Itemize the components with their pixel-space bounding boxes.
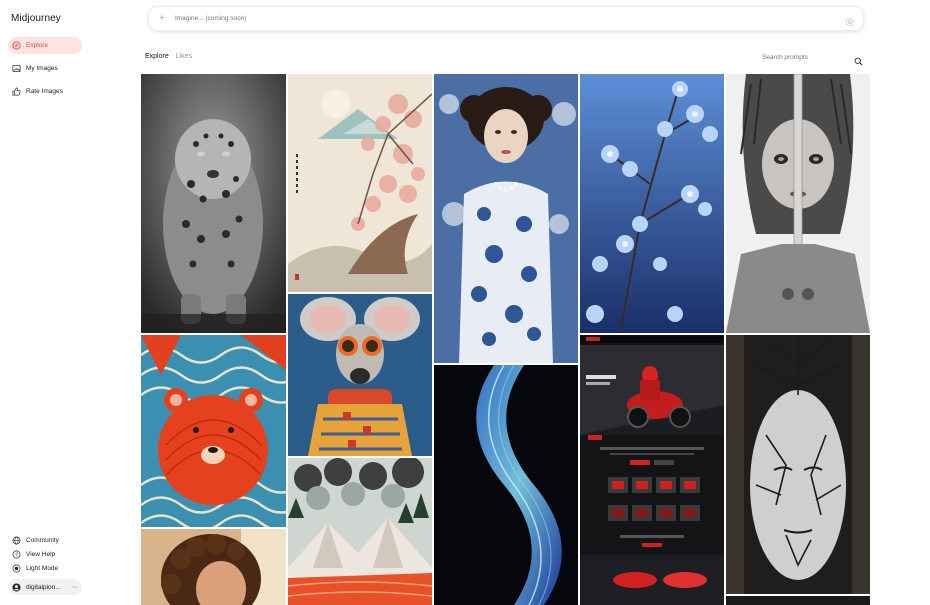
imagine-bar: + [148,6,864,31]
gallery-image-leopard[interactable] [141,74,286,333]
globe-icon [12,536,21,545]
gear-icon[interactable] [845,14,855,26]
tab-likes[interactable]: Likes [176,53,192,60]
gallery-image-partial[interactable] [726,596,870,605]
nav-label: My Images [26,65,58,72]
gallery-tabs: Explore Likes [145,53,192,60]
nav-label: Community [26,537,59,544]
nav-label: Explore [26,42,49,49]
nav-label: Light Mode [26,565,59,572]
sun-icon [12,564,21,573]
svg-text:?: ? [15,552,18,558]
nav-item-explore[interactable]: Explore [8,37,82,54]
username: digitalpion... [26,583,61,591]
gallery-image-tree-face[interactable] [726,335,870,594]
nav-item-rate-images[interactable]: Rate Images [8,83,82,100]
gallery-image-sword-warrior[interactable] [726,74,870,333]
bottom-nav: Community ? View Help Light Mode digital… [8,533,82,595]
gallery-image-mouse-with-glasses[interactable] [288,294,432,456]
search-prompts [762,51,864,66]
gallery-image-blue-flowers[interactable] [580,74,724,333]
imagine-input[interactable] [175,15,845,22]
avatar [12,582,21,592]
nav-item-community[interactable]: Community [8,533,82,548]
more-icon[interactable]: ··· [71,584,78,591]
gallery-image-mountain-landscape[interactable] [288,458,432,605]
user-menu[interactable]: digitalpion... ··· [8,579,82,595]
main-nav: Explore My Images Rate Images [8,37,82,106]
search-input[interactable] [762,54,850,61]
search-icon[interactable] [854,53,863,66]
gallery-image-porcelain-woman[interactable] [434,74,578,363]
nav-item-my-images[interactable]: My Images [8,60,82,77]
nav-label: View Help [26,551,56,558]
app-window: Midjourney Explore My Images Rate Images [0,0,930,605]
nav-label: Rate Images [26,88,63,95]
gallery-image-curly-hair-woman[interactable] [141,529,286,605]
gallery-image-motorcycle-website[interactable] [580,335,724,605]
gallery-image-blue-wave[interactable] [434,365,578,605]
thumbs-up-icon [12,87,21,96]
explore-icon [12,41,21,50]
gallery-image-cherry-blossom-painting[interactable] [288,74,432,292]
gallery-image-red-bear[interactable] [141,335,286,527]
tab-explore[interactable]: Explore [145,53,169,60]
help-icon: ? [12,550,21,559]
plus-icon[interactable]: + [157,13,167,24]
sidebar: Midjourney Explore My Images Rate Images [0,0,140,605]
image-icon [12,64,21,73]
nav-item-light-mode[interactable]: Light Mode [8,561,82,576]
nav-item-view-help[interactable]: ? View Help [8,547,82,562]
app-logo[interactable]: Midjourney [11,13,61,24]
